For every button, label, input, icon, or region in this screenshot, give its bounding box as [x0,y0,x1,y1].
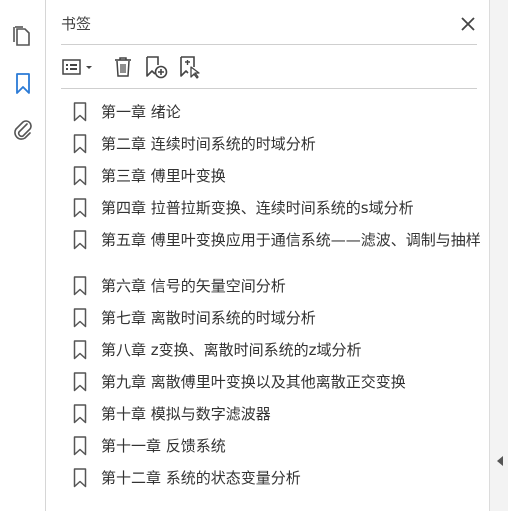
bookmark-icon [73,468,87,488]
bookmark-item[interactable]: 第一章 绪论 [73,97,483,129]
bookmark-label: 第四章 拉普拉斯变换、连续时间系统的s域分析 [101,199,414,217]
bookmark-label: 第十一章 反馈系统 [101,437,226,455]
bookmark-item[interactable]: 第十一章 反馈系统 [73,431,483,463]
bookmark-label: 第九章 离散傅里叶变换以及其他离散正交变换 [101,373,406,391]
collapse-left-arrow-icon[interactable] [496,455,504,467]
bookmark-label: 第六章 信号的矢量空间分析 [101,277,286,295]
bookmark-item[interactable]: 第三章 傅里叶变换 [73,161,483,193]
bookmark-label: 第一章 绪论 [101,103,181,121]
left-nav-rail [0,0,46,511]
options-list-icon [62,59,92,75]
divider [61,44,477,45]
bookmarks-panel: 书签 第一章 绪论 第二章 连续时间系统的时域分析 第三章 傅里叶变换 第四章 … [47,0,489,511]
pages-icon [13,26,30,46]
bookmark-item[interactable]: 第八章 z变换、离散时间系统的z域分析 [73,335,483,367]
bookmark-icon [73,134,87,154]
bookmark-item[interactable]: 第七章 离散时间系统的时域分析 [73,303,483,335]
bookmark-label: 第十二章 系统的状态变量分析 [101,469,301,487]
bookmark-label: 第七章 离散时间系统的时域分析 [101,309,316,327]
bookmark-icon [73,166,87,186]
bookmark-icon [73,230,87,250]
bookmark-icon [73,102,87,122]
bookmark-list: 第一章 绪论 第二章 连续时间系统的时域分析 第三章 傅里叶变换 第四章 拉普拉… [73,97,483,495]
bookmark-item[interactable]: 第六章 信号的矢量空间分析 [73,271,483,303]
bookmark-icon [73,340,87,360]
bookmark-icon [73,404,87,424]
bookmark-item[interactable]: 第二章 连续时间系统的时域分析 [73,129,483,161]
bookmarks-button[interactable] [8,69,38,99]
bookmark-icon [73,436,87,456]
bookmark-label: 第十章 模拟与数字滤波器 [101,405,271,423]
bookmark-item[interactable]: 第四章 拉普拉斯变换、连续时间系统的s域分析 [73,193,483,225]
bookmark-item[interactable]: 第九章 离散傅里叶变换以及其他离散正交变换 [73,367,483,399]
new-bookmark-icon [146,56,168,79]
options-dropdown-button[interactable] [61,52,97,82]
bookmark-label: 第八章 z变换、离散时间系统的z域分析 [101,341,362,359]
attachments-button[interactable] [8,114,38,144]
pages-thumbnails-button[interactable] [8,22,38,52]
bookmark-label: 第三章 傅里叶变换 [101,167,226,185]
bookmark-icon [73,372,87,392]
divider [61,88,477,89]
close-icon [461,17,475,31]
bookmark-icon [73,198,87,218]
bookmark-label: 第五章 傅里叶变换应用于通信系统——滤波、调制与抽样 [101,231,481,249]
panel-header: 书签 [61,13,477,35]
bookmark-icon [16,73,30,94]
trash-icon [115,57,131,77]
bookmark-item[interactable]: 第十二章 系统的状态变量分析 [73,463,483,495]
bookmark-item[interactable]: 第五章 傅里叶变换应用于通信系统——滤波、调制与抽样 [73,225,483,271]
close-panel-button[interactable] [459,15,477,33]
bookmark-structure-icon [180,56,200,79]
panel-title: 书签 [61,15,92,33]
paperclip-icon [14,120,32,140]
bookmark-label: 第二章 连续时间系统的时域分析 [101,135,316,153]
new-bookmark-from-structure-button[interactable] [177,52,203,82]
panel-resize-strip[interactable] [489,0,508,511]
bookmarks-toolbar [61,52,477,82]
bookmark-icon [73,308,87,328]
bookmark-item[interactable]: 第十章 模拟与数字滤波器 [73,399,483,431]
bookmark-icon [73,276,87,296]
delete-bookmark-button[interactable] [111,52,135,82]
new-bookmark-button[interactable] [143,52,169,82]
